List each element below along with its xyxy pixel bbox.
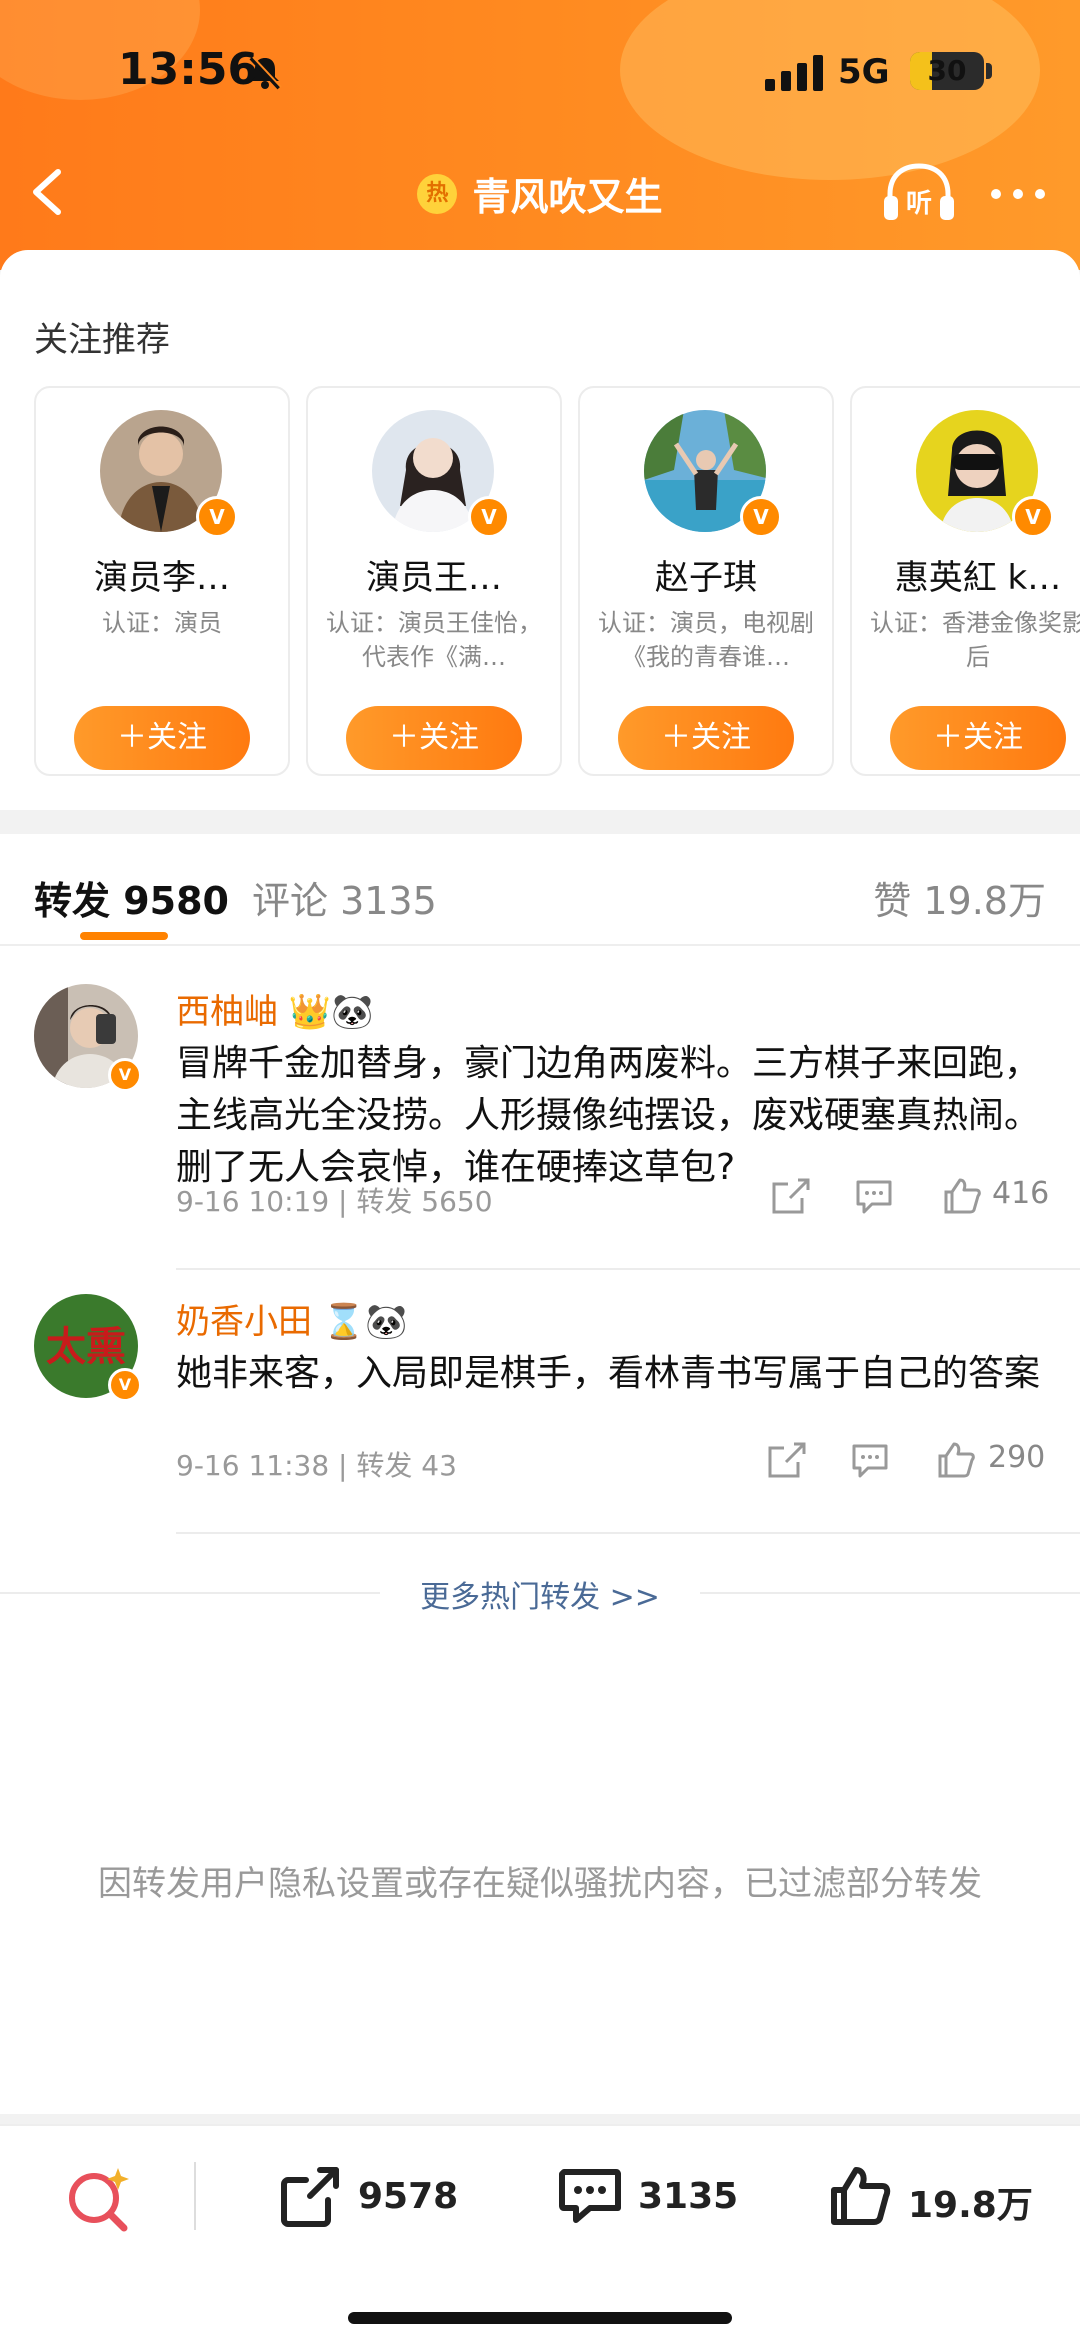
recommend-name[interactable]: 演员王… <box>308 550 560 599</box>
recommend-desc: 认证：演员王佳怡，代表作《满… <box>326 609 542 671</box>
like-count: 290 <box>988 1440 1046 1475</box>
search-sparkle-icon[interactable] <box>62 2162 136 2236</box>
signal-icon <box>765 55 823 91</box>
follow-button[interactable]: ＋关注 <box>74 706 250 770</box>
comment-icon[interactable] <box>852 1174 896 1218</box>
feed-tabs: 转发 9580 评论 3135 赞 19.8万 <box>0 834 1080 946</box>
post-username[interactable]: 西柚岫 👑🐼 <box>176 984 373 1033</box>
muted-bell-icon <box>249 56 282 90</box>
post-meta: 9-16 10:19 | 转发 5650 <box>176 1185 493 1218</box>
comment-icon <box>559 2169 621 2223</box>
network-label: 5G <box>838 52 890 92</box>
comment-button[interactable]: 3135 <box>556 2162 739 2232</box>
like-thumb-icon <box>831 2167 891 2225</box>
svg-text:听: 听 <box>906 189 932 219</box>
repost-count: 9578 <box>358 2176 459 2217</box>
tab-like[interactable]: 赞 19.8万 <box>873 870 1046 925</box>
share-icon[interactable] <box>764 1438 808 1482</box>
active-tab-indicator <box>80 932 168 940</box>
hot-badge-icon: 热 <box>417 173 458 214</box>
post-text: 冒牌千金加替身，豪门边角两废料。三方棋子来回跑，主线高光全没捞。人形摄像纯摆设，… <box>176 1043 1041 1188</box>
divider <box>194 2162 196 2230</box>
listen-headphones-icon[interactable]: 听 <box>880 160 958 226</box>
share-icon <box>281 2167 339 2227</box>
like-button[interactable]: 19.8万 <box>826 2162 1046 2232</box>
verified-badge-icon: V <box>196 496 238 538</box>
post-text: 她非来客，入局即是棋手，看林青书写属于自己的答案 <box>176 1353 1041 1394</box>
like-thumb-icon[interactable] <box>934 1438 978 1482</box>
post-meta: 9-16 11:38 | 转发 43 <box>176 1449 457 1482</box>
home-indicator[interactable] <box>348 2312 732 2324</box>
repost-feed: 转发 9580 评论 3135 赞 19.8万 V 西柚岫 👑🐼 冒牌千金加替身… <box>0 834 1080 2114</box>
recommend-card[interactable]: V 演员李… 认证：演员 ＋关注 <box>34 386 290 776</box>
status-time: 13:56 <box>118 44 259 95</box>
follow-button[interactable]: ＋关注 <box>618 706 794 770</box>
verified-badge-icon: V <box>468 496 510 538</box>
user-badges: ⌛🐼 <box>322 1302 408 1342</box>
like-count: 19.8万 <box>908 2185 1033 2226</box>
recommend-card[interactable]: V 演员王… 认证：演员王佳怡，代表作《满… ＋关注 <box>306 386 562 776</box>
avatar-text: 太熏 <box>46 1324 126 1370</box>
more-hot-reposts-link[interactable]: 更多热门转发 >> <box>0 1572 1080 1616</box>
like-count: 416 <box>992 1176 1050 1211</box>
post-username[interactable]: 奶香小田 ⌛🐼 <box>176 1294 407 1343</box>
list-item[interactable]: 太熏 V 奶香小田 ⌛🐼 她非来客，入局即是棋手，看林青书写属于自己的答案 9-… <box>0 1294 1080 1494</box>
divider <box>176 1532 1080 1534</box>
follow-button[interactable]: ＋关注 <box>890 706 1066 770</box>
page-title[interactable]: 青风吹又生 <box>473 166 663 221</box>
battery-tip <box>986 63 992 79</box>
divider <box>176 1268 1080 1270</box>
list-item[interactable]: V 西柚岫 👑🐼 冒牌千金加替身，豪门边角两废料。三方棋子来回跑，主线高光全没捞… <box>0 984 1080 1224</box>
verified-badge-icon: V <box>1012 496 1054 538</box>
recommend-label: 关注推荐 <box>34 320 170 360</box>
recommend-name[interactable]: 惠英紅 k… <box>852 550 1080 599</box>
comment-icon[interactable] <box>848 1438 892 1482</box>
recommend-desc: 认证：演员，电视剧《我的青春谁… <box>598 609 814 671</box>
verified-badge-icon: V <box>740 496 782 538</box>
status-bar: 13:56 5G 30 <box>0 0 1080 140</box>
recommend-list[interactable]: V 演员李… 认证：演员 ＋关注 V 演员王… 认证：演员王佳怡，代表作《满… … <box>34 386 1080 776</box>
more-options-icon[interactable] <box>986 174 1050 214</box>
verified-badge-icon: V <box>108 1368 142 1402</box>
battery-level: 30 <box>927 54 967 87</box>
tab-comment[interactable]: 评论 3135 <box>252 870 437 925</box>
repost-button[interactable]: 9578 <box>276 2162 459 2232</box>
recommend-name[interactable]: 演员李… <box>36 550 288 599</box>
recommend-desc: 认证：香港金像奖影后 <box>870 609 1080 671</box>
recommend-name[interactable]: 赵子琪 <box>580 550 832 599</box>
comment-count: 3135 <box>638 2176 739 2217</box>
share-icon[interactable] <box>768 1174 812 1218</box>
battery-icon: 30 <box>910 52 984 90</box>
follow-button[interactable]: ＋关注 <box>346 706 522 770</box>
recommend-desc: 认证：演员 <box>102 609 222 637</box>
tab-repost[interactable]: 转发 9580 <box>34 870 229 925</box>
recommend-card[interactable]: V 惠英紅 k… 认证：香港金像奖影后 ＋关注 <box>850 386 1080 776</box>
follow-recommend-section: 关注推荐 V 演员李… 认证：演员 ＋关注 V 演员王… 认证：演员王佳怡，代表… <box>0 250 1080 810</box>
filter-notice: 因转发用户隐私设置或存在疑似骚扰内容，已过滤部分转发 <box>98 1864 982 1904</box>
bottom-action-bar: 9578 3135 19.8万 <box>0 2124 1080 2342</box>
like-thumb-icon[interactable] <box>940 1174 984 1218</box>
recommend-card[interactable]: V 赵子琪 认证：演员，电视剧《我的青春谁… ＋关注 <box>578 386 834 776</box>
header: 13:56 5G 30 热 青风吹又生 听 <box>0 0 1080 270</box>
verified-badge-icon: V <box>108 1058 142 1092</box>
user-badges: 👑🐼 <box>288 992 374 1032</box>
nav-bar: 热 青风吹又生 听 <box>0 140 1080 250</box>
